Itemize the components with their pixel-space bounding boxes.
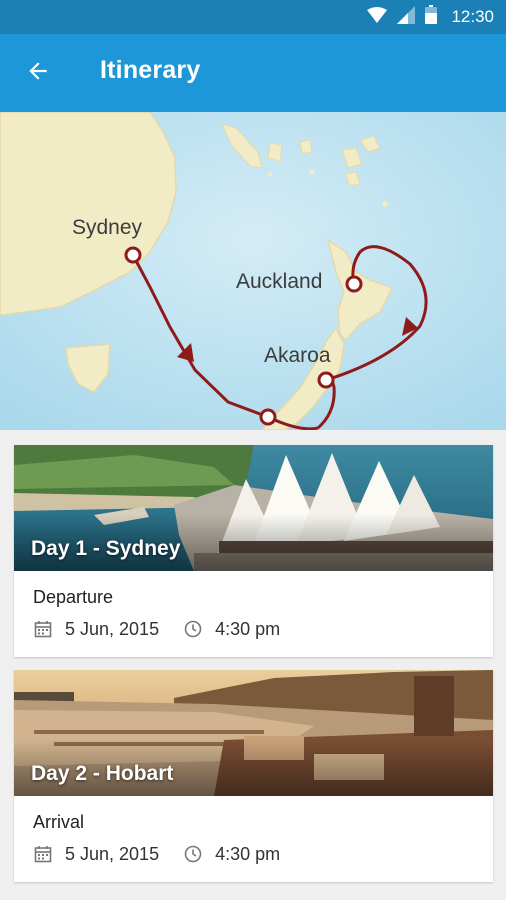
calendar-icon <box>33 844 53 864</box>
card-meta: 5 Jun, 2015 4:30 pm <box>33 842 280 866</box>
signal-icon <box>397 5 416 29</box>
calendar-icon <box>33 619 53 639</box>
route-map[interactable]: Sydney Auckland Akaroa <box>0 112 506 430</box>
status-time: 12:30 <box>451 7 494 26</box>
card-status: Arrival <box>33 812 85 832</box>
clock-icon <box>183 619 203 639</box>
port-marker-akaroa <box>317 371 335 389</box>
clock-icon <box>183 844 203 864</box>
port-marker-sydney <box>124 246 142 264</box>
port-label-sydney: Sydney <box>72 216 143 239</box>
card-date: 5 Jun, 2015 <box>65 618 160 639</box>
status-icons: 12:30 <box>367 0 494 34</box>
battery-icon <box>425 5 438 29</box>
card-image-hobart: Day 2 - Hobart <box>14 670 493 796</box>
page-title: Itinerary <box>100 56 201 84</box>
port-marker-auckland <box>345 275 363 293</box>
card-time: 4:30 pm <box>215 618 281 639</box>
card-image-sydney: Day 1 - Sydney <box>14 445 493 571</box>
card-time: 4:30 pm <box>215 843 281 864</box>
itinerary-card-day-1[interactable]: Day 1 - Sydney Departure 5 Jun, 2015 4:3… <box>14 445 493 657</box>
card-date: 5 Jun, 2015 <box>65 843 160 864</box>
wifi-icon <box>367 6 388 28</box>
back-button[interactable] <box>14 49 62 97</box>
port-label-akaroa: Akaroa <box>264 344 331 367</box>
arrow-back-icon <box>25 58 51 89</box>
status-bar: 12:30 <box>0 0 506 34</box>
itinerary-card-day-2[interactable]: Day 2 - Hobart Arrival 5 Jun, 2015 4:30 … <box>14 670 493 882</box>
app-bar: Itinerary <box>0 34 506 112</box>
card-title: Day 1 - Sydney <box>31 537 181 560</box>
port-marker-south <box>259 408 277 426</box>
port-label-auckland: Auckland <box>236 270 323 293</box>
card-meta: 5 Jun, 2015 4:30 pm <box>33 617 280 641</box>
card-status: Departure <box>33 587 114 607</box>
card-title: Day 2 - Hobart <box>31 762 174 785</box>
